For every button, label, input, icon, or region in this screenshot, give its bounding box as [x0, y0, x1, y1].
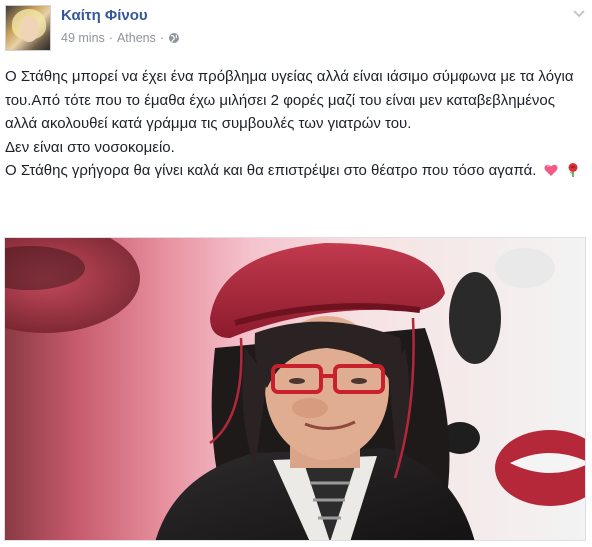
- post-paragraph: Ο Στάθης μπορεί να έχει ένα πρόβλημα υγε…: [5, 68, 574, 132]
- globe-icon: [168, 32, 180, 44]
- meta-separator: ·: [108, 31, 113, 45]
- author-avatar[interactable]: [5, 5, 51, 51]
- post-location[interactable]: Athens: [117, 31, 156, 45]
- post-line-text: Ο Στάθης γρήγορα θα γίνει καλά και θα επ…: [5, 162, 537, 179]
- facebook-post: Καίτη Φίνου 49 mins · Athens · Ο Στάθης …: [0, 0, 592, 547]
- post-header: Καίτη Φίνου 49 mins · Athens ·: [0, 0, 592, 56]
- author-name[interactable]: Καίτη Φίνου: [61, 7, 148, 24]
- avatar-face: [19, 16, 39, 42]
- post-text: Ο Στάθης μπορεί να έχει ένα πρόβλημα υγε…: [5, 65, 585, 186]
- heart-emoji: [543, 162, 559, 186]
- post-paragraph: Δεν είναι στο νοσοκομείο.: [5, 138, 175, 156]
- post-time[interactable]: 49 mins: [61, 31, 105, 45]
- rose-emoji: [565, 162, 581, 186]
- post-paragraph-last: Ο Στάθης γρήγορα θα γίνει καλά και θα επ…: [5, 159, 585, 186]
- post-photo[interactable]: [4, 237, 586, 541]
- post-meta: 49 mins · Athens ·: [61, 31, 180, 45]
- chevron-down-icon[interactable]: [572, 6, 586, 20]
- meta-separator-2: ·: [159, 31, 165, 45]
- photo-illustration: [5, 238, 585, 540]
